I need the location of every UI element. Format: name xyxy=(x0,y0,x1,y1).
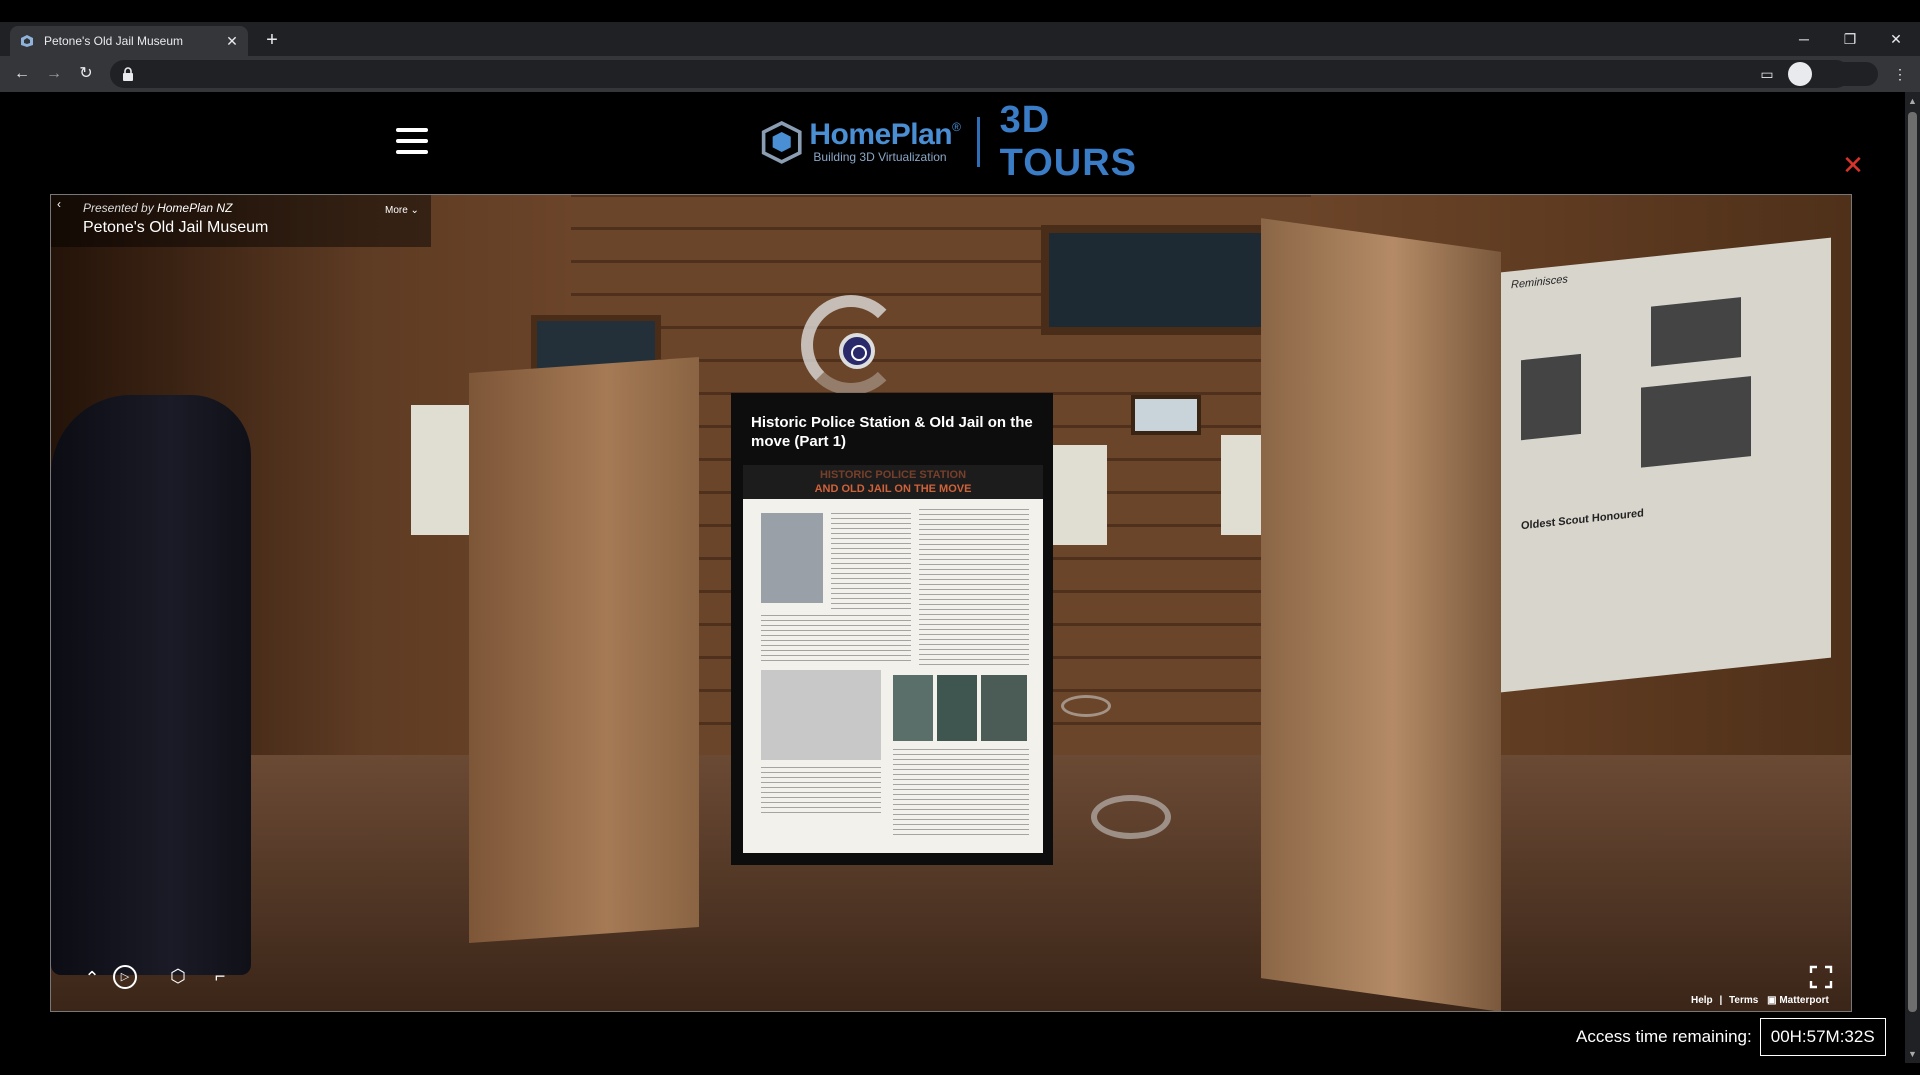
page-scrollbar[interactable]: ▲ ▼ xyxy=(1905,92,1920,1063)
screen-bottom-strip xyxy=(0,1063,1920,1075)
document-text-block xyxy=(893,749,1029,839)
access-time-label: Access time remaining: xyxy=(1576,1027,1752,1046)
matterport-viewer[interactable]: Reminisces Oldest Scout Honoured ‹ Prese… xyxy=(50,194,1852,1012)
more-dropdown-button[interactable]: More ⌄ xyxy=(385,205,419,216)
document-text-block xyxy=(761,615,911,665)
matterport-link[interactable]: Matterport xyxy=(1779,995,1828,1006)
footer-separator: | xyxy=(1719,995,1723,1006)
tab-bar: Petone's Old Jail Museum ✕ + ─ ❐ ✕ xyxy=(0,22,1920,56)
tab-title: Petone's Old Jail Museum xyxy=(44,34,184,48)
fullscreen-icon[interactable] xyxy=(1809,965,1833,989)
mattertag-pin-icon[interactable] xyxy=(839,333,875,369)
homeplan-logo-mark-icon xyxy=(761,120,802,164)
mattertag-document-image[interactable]: HISTORIC POLICE STATION AND OLD JAIL ON … xyxy=(743,465,1043,853)
expand-up-icon[interactable]: ⌃ xyxy=(79,965,105,991)
new-tab-button[interactable]: + xyxy=(260,28,284,52)
matterport-logo-icon: ▣ xyxy=(1767,995,1777,1006)
poster-heading-scout: Oldest Scout Honoured xyxy=(1521,507,1644,533)
presented-by: Presented by HomePlan NZ xyxy=(83,201,232,215)
presenter-name[interactable]: HomePlan NZ xyxy=(157,201,232,215)
mattertag-card: Historic Police Station & Old Jail on th… xyxy=(731,393,1053,865)
access-time-value: 00H:57M:32S xyxy=(1759,1018,1886,1056)
window-close-button[interactable]: ✕ xyxy=(1876,24,1916,54)
document-photo-couple xyxy=(761,513,823,603)
presented-prefix: Presented by xyxy=(83,201,154,215)
brand-registered: ® xyxy=(952,120,961,134)
model-info-header: ‹ Presented by HomePlan NZ Petone's Old … xyxy=(51,195,431,247)
document-photo xyxy=(893,675,933,741)
document-heading-line1: HISTORIC POLICE STATION xyxy=(819,469,967,481)
collapse-info-button[interactable]: ‹ xyxy=(57,197,61,211)
dollhouse-view-icon[interactable]: ⬡ xyxy=(165,963,191,989)
scene-wall-panel xyxy=(411,405,471,535)
document-photo xyxy=(937,675,977,741)
scrollbar-thumb[interactable] xyxy=(1908,112,1917,1012)
minimize-button[interactable]: ─ xyxy=(1784,24,1824,54)
brand-name: HomePlan xyxy=(809,118,953,151)
document-photo xyxy=(981,675,1027,741)
document-text-block xyxy=(831,513,911,613)
scene-police-mannequin xyxy=(51,395,251,975)
help-link[interactable]: Help xyxy=(1691,995,1713,1006)
viewer-footer: Help | Terms ▣ Matterport xyxy=(1691,995,1829,1006)
reload-button[interactable]: ↻ xyxy=(74,62,98,86)
poster-heading-reminisces: Reminisces xyxy=(1511,273,1568,292)
hamburger-menu-icon[interactable] xyxy=(396,128,428,154)
close-tour-button[interactable]: ✕ xyxy=(1840,152,1866,178)
play-tour-icon[interactable]: ▷ xyxy=(113,965,137,989)
tab-close-icon[interactable]: ✕ xyxy=(224,33,240,49)
scene-wall-panel xyxy=(1051,445,1107,545)
homeplan-logo: HomePlan® Building 3D Virtualization 3D … xyxy=(760,99,1180,184)
scene-small-window xyxy=(1131,395,1201,435)
browser-toolbar: ← → ↻ ☆ ▭ ⋮ xyxy=(0,56,1920,92)
document-text-block xyxy=(761,767,881,817)
page-content: HomePlan® Building 3D Virtualization 3D … xyxy=(0,92,1905,1063)
scene-newspaper-poster: Reminisces Oldest Scout Honoured xyxy=(1501,237,1831,693)
lock-icon xyxy=(123,67,133,81)
scene-wall-panel xyxy=(1221,435,1261,535)
terms-link[interactable]: Terms xyxy=(1729,995,1758,1006)
homeplan-favicon-icon xyxy=(21,35,33,47)
document-photo-building xyxy=(761,670,881,760)
floorplan-view-icon[interactable]: ⌐ xyxy=(207,963,233,989)
cast-icon[interactable]: ▭ xyxy=(1755,62,1779,86)
scene-open-cell-door xyxy=(469,356,699,944)
logo-divider xyxy=(976,117,980,167)
forward-button[interactable]: → xyxy=(42,62,66,86)
3d-tours-title: 3D TOURS xyxy=(999,99,1137,184)
access-timer: Access time remaining: 00H:57M:32S xyxy=(1576,1018,1886,1056)
browser-tab[interactable]: Petone's Old Jail Museum ✕ xyxy=(10,26,248,56)
restore-button[interactable]: ❐ xyxy=(1830,24,1870,54)
navigation-sweep-marker[interactable] xyxy=(1061,695,1111,717)
mattertag-title: Historic Police Station & Old Jail on th… xyxy=(751,414,1033,450)
model-title: Petone's Old Jail Museum xyxy=(83,219,269,236)
scroll-up-arrow-icon[interactable]: ▲ xyxy=(1905,94,1920,108)
document-heading-line2: AND OLD JAIL ON THE MOVE xyxy=(814,483,972,495)
navigation-sweep-marker[interactable] xyxy=(1091,795,1171,839)
document-banner: HISTORIC POLICE STATION AND OLD JAIL ON … xyxy=(743,465,1043,499)
scroll-down-arrow-icon[interactable]: ▼ xyxy=(1905,1047,1920,1061)
brand-tagline: Building 3D Virtualization xyxy=(813,150,947,164)
browser-menu-icon[interactable]: ⋮ xyxy=(1888,62,1912,86)
screen-top-strip xyxy=(0,0,1920,22)
document-text-block xyxy=(919,509,1029,669)
back-button[interactable]: ← xyxy=(10,62,34,86)
address-bar[interactable]: ☆ xyxy=(110,60,1850,88)
profile-avatar[interactable] xyxy=(1788,62,1812,86)
scene-right-cell-door xyxy=(1261,218,1501,1011)
